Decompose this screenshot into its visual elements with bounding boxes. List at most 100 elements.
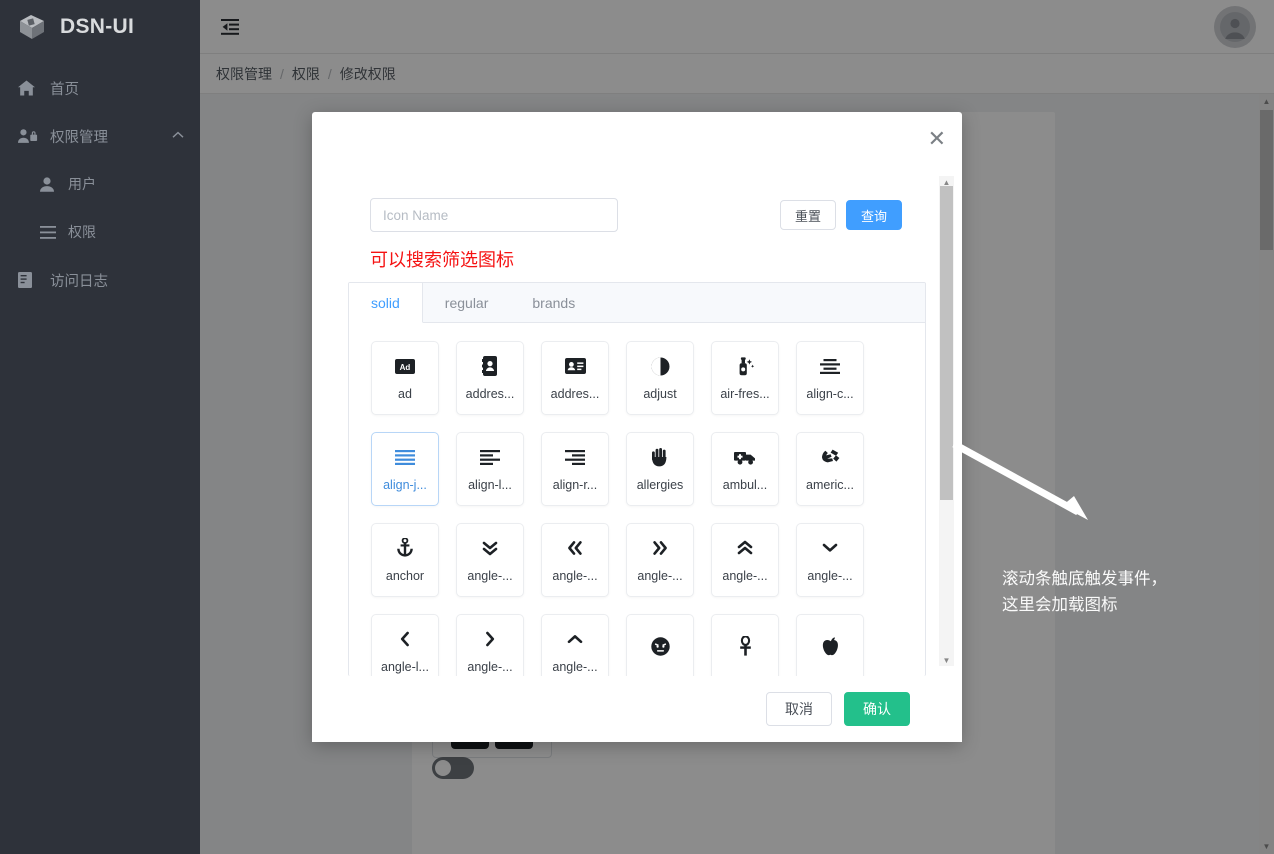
angle-double-up-icon <box>736 537 754 559</box>
sidebar: DSN-UI 首页 权限管理 用户 权限 访问日志 <box>0 0 200 854</box>
icon-grid: Ad ad addres... addres... adjust air-fres... a… <box>349 323 919 676</box>
icon-cell-label: ambul... <box>722 478 768 492</box>
icon-cell-label: allergies <box>636 478 684 492</box>
sidebar-item-label: 访问日志 <box>50 273 108 290</box>
air-freshener-icon <box>736 355 755 377</box>
icon-cell-label: angle-... <box>722 569 768 583</box>
user-shield-icon <box>18 128 40 144</box>
icon-cell[interactable]: addres... <box>456 341 524 415</box>
icon-cell[interactable]: allergies <box>626 432 694 506</box>
modal-footer: 取消 确认 <box>312 676 962 742</box>
bars-icon <box>40 225 60 239</box>
modal-body: 重置 查询 可以搜索筛选图标 solid regular brands Ad ad… <box>312 112 962 676</box>
sidebar-item-label: 权限管理 <box>50 129 108 146</box>
icon-cell[interactable]: air-fres... <box>711 341 779 415</box>
align-center-icon <box>820 355 840 377</box>
tab-header: solid regular brands <box>349 283 925 323</box>
ad-icon: Ad <box>395 355 415 377</box>
sidebar-item-label: 首页 <box>50 81 79 98</box>
icon-cell-label: align-c... <box>806 387 854 401</box>
icon-grid-scroll-area[interactable]: Ad ad addres... addres... adjust air-fres... a… <box>349 323 925 676</box>
brand[interactable]: DSN-UI <box>0 0 200 54</box>
icon-cell[interactable]: americ... <box>796 432 864 506</box>
american-sign-language-icon <box>820 446 840 468</box>
ankh-icon <box>739 635 752 657</box>
brand-name: DSN-UI <box>60 15 135 38</box>
icon-cell[interactable]: angle-... <box>796 523 864 597</box>
reset-button[interactable]: 重置 <box>779 200 836 230</box>
icon-cell[interactable]: align-c... <box>796 341 864 415</box>
ambulance-icon <box>734 446 756 468</box>
icon-cell[interactable] <box>796 614 864 676</box>
icon-cell-label: angle-... <box>552 569 598 583</box>
search-buttons: 重置 查询 <box>779 200 926 230</box>
svg-text:Ad: Ad <box>400 363 411 372</box>
sidebar-item-permission-management[interactable]: 权限管理 <box>0 112 200 160</box>
arrow-pointer-icon <box>952 440 1088 520</box>
icon-cell-label: anchor <box>385 569 425 583</box>
icon-cell-label: americ... <box>806 478 854 492</box>
icon-cell[interactable]: anchor <box>371 523 439 597</box>
icon-cell[interactable]: angle-... <box>456 523 524 597</box>
sidebar-item-access-log[interactable]: 访问日志 <box>0 256 200 304</box>
icon-cell-label: angle-l... <box>381 660 429 674</box>
confirm-button[interactable]: 确认 <box>844 692 910 726</box>
icon-list-scrollbar[interactable]: ▲ ▼ <box>939 176 954 666</box>
cube-logo-icon <box>16 12 48 42</box>
sidebar-item-permissions[interactable]: 权限 <box>0 208 200 256</box>
sidebar-item-home[interactable]: 首页 <box>0 64 200 112</box>
icon-cell-label: align-l... <box>468 478 512 492</box>
tab-solid[interactable]: solid <box>349 283 423 323</box>
search-input[interactable] <box>370 198 618 232</box>
icon-cell-label: angle-... <box>552 660 598 674</box>
app-root: DSN-UI 首页 权限管理 用户 权限 访问日志 权限管理 / 权限 / 修改… <box>0 0 1274 854</box>
home-icon <box>18 80 40 96</box>
icon-cell[interactable] <box>626 614 694 676</box>
icon-cell-label: angle-... <box>467 569 513 583</box>
icon-cell-label: adjust <box>643 387 677 401</box>
cancel-button[interactable]: 取消 <box>766 692 832 726</box>
icon-cell[interactable]: angle-... <box>711 523 779 597</box>
allergies-icon <box>651 446 669 468</box>
tab-regular[interactable]: regular <box>423 283 511 323</box>
icon-cell-label: air-fres... <box>720 387 770 401</box>
icon-cell[interactable]: ambul... <box>711 432 779 506</box>
icon-cell[interactable]: align-r... <box>541 432 609 506</box>
icon-cell-label: addres... <box>550 387 600 401</box>
angle-left-icon <box>400 628 410 650</box>
angle-double-down-icon <box>481 537 499 559</box>
icon-cell[interactable]: align-l... <box>456 432 524 506</box>
icon-cell[interactable]: angle-... <box>541 614 609 676</box>
tab-brands[interactable]: brands <box>510 283 597 323</box>
book-icon <box>18 272 40 288</box>
icon-cell[interactable]: angle-l... <box>371 614 439 676</box>
icon-cell[interactable]: angle-... <box>626 523 694 597</box>
angry-icon <box>650 635 670 657</box>
icon-cell[interactable]: adjust <box>626 341 694 415</box>
icon-cell[interactable]: Ad ad <box>371 341 439 415</box>
icon-cell-label: angle-... <box>807 569 853 583</box>
icon-cell[interactable]: angle-... <box>541 523 609 597</box>
angle-double-right-icon <box>652 537 668 559</box>
scrollbar-down-arrow-icon[interactable]: ▼ <box>939 654 954 666</box>
icon-cell[interactable]: angle-... <box>456 614 524 676</box>
sidebar-item-label: 用户 <box>68 176 96 192</box>
align-right-icon <box>565 446 585 468</box>
angle-right-icon <box>485 628 495 650</box>
icon-picker-modal: ✕ 重置 查询 可以搜索筛选图标 solid regular brands Ad… <box>312 112 962 742</box>
icon-cell[interactable]: align-j... <box>371 432 439 506</box>
icon-cell[interactable]: addres... <box>541 341 609 415</box>
icon-tabs-panel: solid regular brands Ad ad addres... addres… <box>348 282 926 676</box>
align-justify-icon <box>395 446 415 468</box>
icon-cell-label: align-j... <box>383 478 427 492</box>
icon-cell[interactable] <box>711 614 779 676</box>
icon-cell-label: addres... <box>465 387 515 401</box>
address-book-icon <box>482 355 498 377</box>
adjust-icon <box>651 355 670 377</box>
anchor-icon <box>396 537 414 559</box>
sidebar-item-users[interactable]: 用户 <box>0 160 200 208</box>
chevron-up-icon[interactable] <box>172 130 184 142</box>
align-left-icon <box>480 446 500 468</box>
sidebar-nav: 首页 权限管理 用户 权限 访问日志 <box>0 54 200 304</box>
query-button[interactable]: 查询 <box>845 200 902 230</box>
